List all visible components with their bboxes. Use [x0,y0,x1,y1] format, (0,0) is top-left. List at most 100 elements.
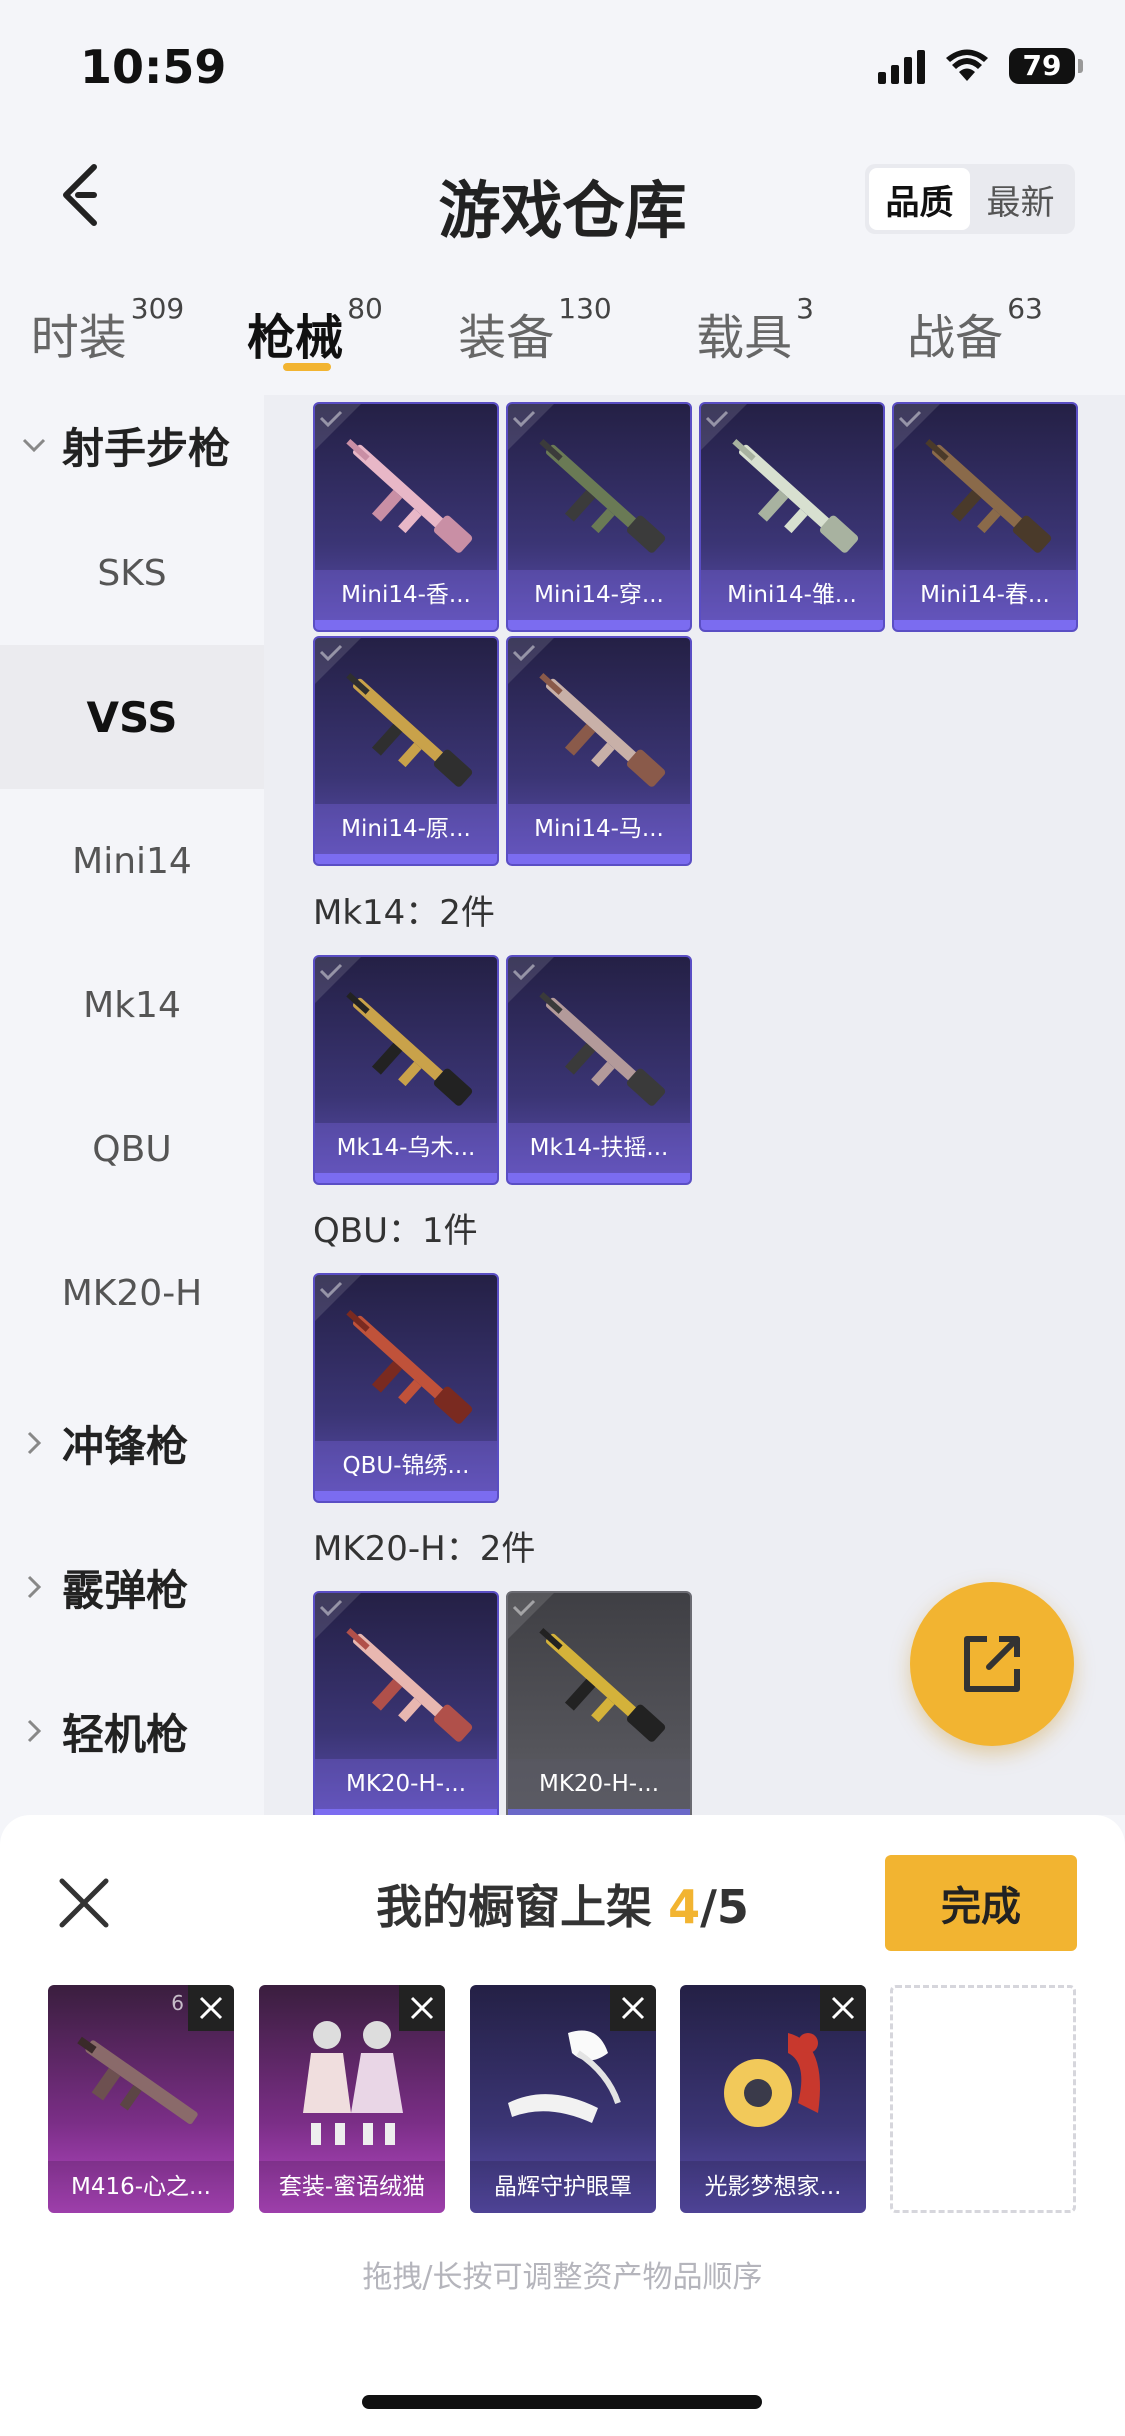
rarity-bar [315,1491,497,1501]
weapon-card[interactable]: MK20-H-... [313,1591,499,1821]
showcase-count-total: /5 [700,1880,749,1934]
rifle-icon [539,992,666,1106]
home-indicator [362,2395,762,2409]
rarity-bar [508,620,690,630]
battery-icon: 79 [1009,48,1083,84]
sidebar-group-smg[interactable]: 冲锋枪 [0,1393,264,1493]
rarity-bar [315,1173,497,1183]
weapon-card[interactable]: Mini14-马... [506,636,692,866]
sidebar-item-qbu[interactable]: QBU [0,1077,264,1221]
rarity-bar [315,854,497,864]
tab-count: 63 [1007,292,1043,325]
sidebar: 射手步枪 SKS VSS Mini14 Mk14 QBU MK20-H 冲锋枪 … [0,395,264,1815]
section-title-mk20h: MK20-H：2件 [313,1529,536,1569]
weapon-card[interactable]: Mini14-雏... [699,402,885,632]
tab-tactical[interactable]: 战备63 [855,280,1095,395]
tab-vehicles[interactable]: 载具3 [655,280,855,395]
tab-fashion[interactable]: 时装309 [0,280,215,395]
weapon-card-name: Mk14-扶摇... [508,1123,690,1173]
sidebar-item-mk14[interactable]: Mk14 [0,933,264,1077]
weapon-card[interactable]: Mk14-扶摇... [506,955,692,1185]
tab-label: 枪械 [247,310,344,366]
signal-icon [878,48,925,84]
rarity-bar [315,620,497,630]
remove-icon[interactable] [188,1985,234,2031]
tab-count: 80 [347,292,383,325]
rifle-icon [346,1310,473,1424]
rifle-icon [539,1628,666,1742]
sidebar-group-marksman[interactable]: 射手步枪 [0,395,264,495]
weapon-card[interactable]: Mini14-穿... [506,402,692,632]
status-time: 10:59 [80,40,227,94]
sort-newest[interactable]: 最新 [970,168,1071,230]
showcase-slot-empty[interactable] [890,1985,1076,2213]
weapon-card-name: Mini14-雏... [701,570,883,620]
slot-name: M416-心之... [48,2161,234,2213]
weapon-card-name: Mini14-原... [315,804,497,854]
weapon-card[interactable]: Mini14-香... [313,402,499,632]
rifle-icon [539,439,666,553]
slot-name: 光影梦想家... [680,2161,866,2213]
weapon-card[interactable]: MK20-H-... [506,1591,692,1821]
showcase-slot-4[interactable]: 光影梦想家... [680,1985,866,2213]
sidebar-group-lmg[interactable]: 轻机枪 [0,1681,264,1781]
chevron-down-icon [22,433,46,457]
slot-name: 套装-蜜语绒猫 [259,2161,445,2213]
done-button[interactable]: 完成 [885,1855,1077,1951]
showcase-count-current: 4 [668,1880,701,1934]
weapon-card[interactable]: QBU-锦绣... [313,1273,499,1503]
weapon-card[interactable]: Mini14-原... [313,636,499,866]
weapon-card-name: Mini14-春... [894,570,1076,620]
tab-count: 130 [558,292,612,325]
tab-count: 309 [130,292,185,325]
sidebar-item-sks[interactable]: SKS [0,501,264,645]
tab-equipment[interactable]: 装备130 [415,280,655,395]
reorder-hint: 拖拽/长按可调整资产物品顺序 [362,2260,763,2295]
rifle-icon [925,439,1052,553]
mask-icon [724,2033,820,2127]
wifi-icon [946,49,988,81]
remove-icon[interactable] [820,1985,866,2031]
showcase-slot-1[interactable]: 6 M416-心之... [48,1985,234,2213]
weapon-card-name: Mini14-香... [315,570,497,620]
tab-label: 装备 [458,310,555,366]
slot-corner-number: 6 [171,1991,184,2015]
rifle-icon [346,673,473,787]
tab-weapons[interactable]: 枪械80 [215,280,415,395]
sidebar-item-vss[interactable]: VSS [0,645,264,789]
sidebar-item-mini14[interactable]: Mini14 [0,789,264,933]
tab-label: 战备 [907,310,1004,366]
remove-icon[interactable] [399,1985,445,2031]
chevron-right-icon [22,1575,46,1599]
rifle-icon [539,673,666,787]
tab-label: 时装 [30,310,127,366]
category-tabs: 时装309 枪械80 装备130 载具3 战备63 [0,280,1125,395]
rarity-bar [701,620,883,630]
chevron-right-icon [22,1431,46,1455]
weapon-card-name: MK20-H-... [508,1759,690,1809]
sort-toggle[interactable]: 品质 最新 [865,164,1075,234]
weapon-card-name: Mk14-乌木... [315,1123,497,1173]
rifle-icon [732,439,859,553]
sort-quality[interactable]: 品质 [869,168,970,230]
outfit-icon [303,2021,403,2145]
weapon-card-name: QBU-锦绣... [315,1441,497,1491]
header: 游戏仓库 品质 最新 [0,130,1125,260]
weapon-card-name: MK20-H-... [315,1759,497,1809]
showcase-title-text: 我的橱窗上架 [376,1880,669,1934]
showcase-slot-2[interactable]: 套装-蜜语绒猫 [259,1985,445,2213]
sidebar-group-shotgun[interactable]: 霰弹枪 [0,1537,264,1637]
rifle-icon [77,2036,198,2125]
rifle-icon [346,992,473,1106]
weapon-card[interactable]: Mini14-春... [892,402,1078,632]
section-title-mk14: Mk14：2件 [313,893,495,933]
rifle-icon [346,439,473,553]
sidebar-item-mk20h[interactable]: MK20-H [0,1221,264,1365]
showcase-slot-3[interactable]: 晶辉守护眼罩 [470,1985,656,2213]
rarity-bar [508,1173,690,1183]
sidebar-group-label: 冲锋枪 [62,1421,189,1471]
sidebar-group-label: 轻机枪 [62,1709,189,1759]
weapon-card[interactable]: Mk14-乌木... [313,955,499,1185]
remove-icon[interactable] [610,1985,656,2031]
share-button[interactable] [910,1582,1074,1746]
